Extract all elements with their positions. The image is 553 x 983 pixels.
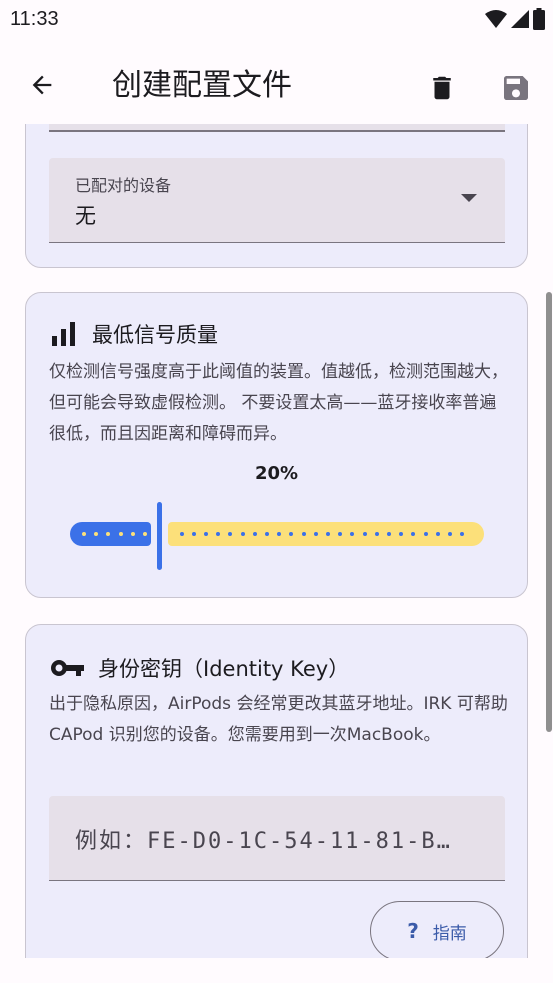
slider-tick (130, 532, 135, 536)
help-icon: ? (407, 919, 419, 943)
device-card: 已配对的设备 无 (25, 124, 528, 268)
identity-title: 身份密钥（Identity Key） (98, 657, 350, 681)
identity-key-placeholder: 例如：FE-D0-1C-54-11-81-B… (75, 829, 452, 854)
trash-icon (433, 76, 451, 100)
slider-tick (191, 532, 196, 536)
save-button[interactable] (496, 68, 536, 108)
slider-tick (387, 532, 391, 536)
status-time: 11:33 (10, 8, 59, 30)
slider-tick (240, 532, 245, 536)
top-app-bar: 创建配置文件 (0, 38, 553, 124)
slider-tick (301, 532, 306, 536)
identity-header: 身份密钥（Identity Key） (50, 653, 349, 683)
slider-tick (448, 532, 452, 536)
paired-device-dropdown[interactable]: 已配对的设备 无 (49, 158, 505, 243)
slider-tick (326, 532, 330, 536)
slider-value-label: 20% (254, 463, 299, 484)
wifi-icon (485, 10, 507, 28)
slider-tick (252, 532, 257, 536)
guide-button[interactable]: ? 指南 (370, 901, 504, 959)
slider-tick (118, 532, 123, 536)
arrow-back-icon (32, 75, 52, 95)
scrollbar[interactable] (546, 292, 552, 732)
slider-tick (435, 532, 440, 536)
bottom-edge (0, 958, 553, 983)
cellular-icon (511, 10, 529, 28)
battery-icon (533, 8, 545, 30)
identity-description: 出于隐私原因，AirPods 会经常更改其蓝牙地址。IRK 可帮助 CAPod … (49, 694, 508, 745)
scroll-content[interactable]: 已配对的设备 无 最低信号质量 仅检测信号强度高于此阈值的装置。值越低，检测范围… (0, 124, 553, 959)
signal-header: 最低信号质量 (50, 319, 218, 349)
slider-thumb[interactable] (157, 502, 162, 570)
slider-tick (179, 532, 184, 536)
status-bar: 11:33 (0, 0, 553, 38)
save-icon (504, 76, 528, 100)
slider-tick (313, 532, 318, 536)
status-icons (485, 8, 545, 30)
dropdown-arrow-icon (461, 194, 477, 202)
slider-tick (362, 532, 367, 536)
identity-key-card: 身份密钥（Identity Key） 出于隐私原因，AirPods 会经常更改其… (25, 624, 528, 959)
identity-key-input[interactable]: 例如：FE-D0-1C-54-11-81-B… (49, 796, 505, 881)
signal-bars-icon (52, 322, 75, 346)
delete-button[interactable] (422, 68, 462, 108)
page-title: 创建配置文件 (112, 68, 292, 103)
dropdown-value: 无 (75, 204, 96, 228)
signal-quality-card: 最低信号质量 仅检测信号强度高于此阈值的装置。值越低，检测范围越大，但可能会导致… (25, 292, 528, 598)
slider-tick (204, 532, 208, 536)
back-button[interactable] (22, 65, 62, 105)
dropdown-label: 已配对的设备 (75, 176, 172, 195)
slider-tick (143, 532, 147, 536)
slider-tick (265, 532, 269, 536)
slider-tick (82, 532, 86, 536)
slider-tick (374, 532, 379, 536)
signal-description: 仅检测信号强度高于此阈值的装置。值越低，检测范围越大，但可能会导致虚假检测。 不… (49, 362, 508, 444)
slider-tick (423, 532, 428, 536)
signal-title: 最低信号质量 (92, 323, 218, 347)
previous-field-underline (49, 130, 505, 132)
guide-label: 指南 (432, 923, 467, 944)
key-icon (51, 660, 84, 676)
